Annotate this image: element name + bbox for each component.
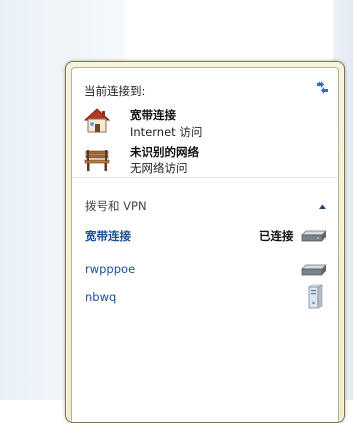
connection-name: nbwq <box>85 290 117 304</box>
connection-name: rwpppoe <box>85 262 136 276</box>
connection-name: 宽带连接 <box>85 229 131 243</box>
park-bench-icon <box>84 150 110 171</box>
network-access-status: 无网络访问 <box>130 161 188 175</box>
network-item-unidentified[interactable]: 未识别的网络 无网络访问 <box>80 142 320 176</box>
house-icon <box>83 108 111 133</box>
dialup-vpn-group-title: 拨号和 VPN <box>85 199 147 213</box>
network-flyout-content: 当前连接到: 宽带连接 Internet 访问 未识别的网络 无网络访问 拨号和… <box>71 67 339 422</box>
network-name: 宽带连接 <box>130 108 176 122</box>
section-divider <box>72 177 338 178</box>
chevron-up-icon[interactable] <box>318 203 327 210</box>
connection-status: 已连接 <box>259 229 294 243</box>
network-item-broadband[interactable]: 宽带连接 Internet 访问 <box>80 104 320 140</box>
dialup-connection-nbwq[interactable]: nbwq <box>80 284 334 310</box>
modem-icon <box>301 230 327 242</box>
network-name: 未识别的网络 <box>130 145 199 159</box>
vpn-server-icon <box>308 284 323 309</box>
current-connection-label: 当前连接到: <box>84 84 146 98</box>
dialup-connection-broadband[interactable]: 宽带连接 已连接 <box>80 224 334 246</box>
network-access-status: Internet 访问 <box>130 125 203 139</box>
network-flyout-panel: 当前连接到: 宽带连接 Internet 访问 未识别的网络 无网络访问 拨号和… <box>65 61 345 423</box>
modem-icon <box>301 264 327 276</box>
refresh-icon[interactable] <box>315 80 330 96</box>
dialup-connection-rwpppoe[interactable]: rwpppoe <box>80 258 334 280</box>
